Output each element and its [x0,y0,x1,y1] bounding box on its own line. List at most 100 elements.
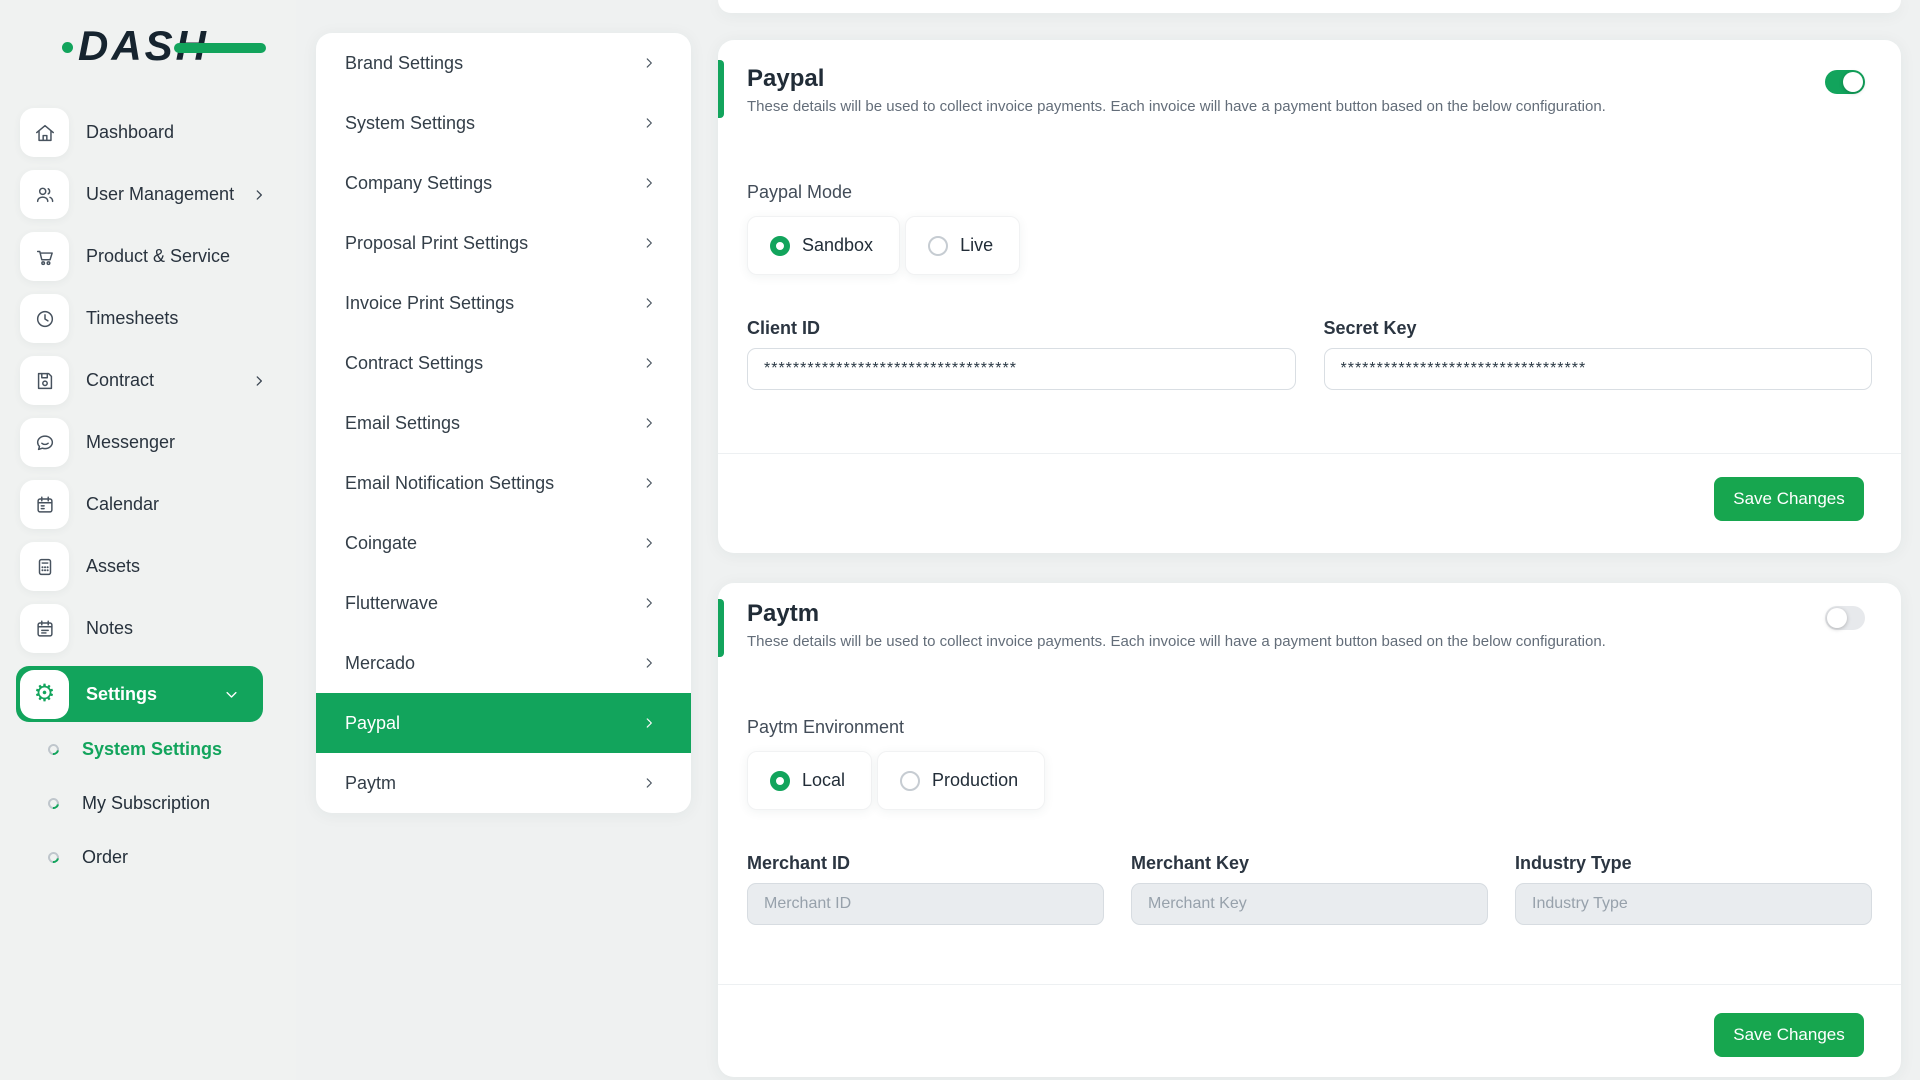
radio-option-sandbox[interactable]: Sandbox [747,216,900,275]
subnav-item-my-subscription[interactable]: My Subscription [48,776,278,830]
menu-item-label: Coingate [345,533,642,554]
bullet-icon [46,741,61,756]
menu-item-email-notification-settings[interactable]: Email Notification Settings [316,453,691,513]
chevron-right-icon [642,116,656,130]
subnav-item-system-settings[interactable]: System Settings [48,722,278,776]
chevron-right-icon [642,356,656,370]
sidebar-item-contract[interactable]: Contract [20,356,276,405]
logo-dot [62,42,73,53]
client-id-label: Client ID [747,317,1296,339]
industry-type-label: Industry Type [1515,852,1872,874]
menu-item-label: Email Notification Settings [345,473,642,494]
chevron-right-icon [642,296,656,310]
menu-item-label: Paypal [345,713,642,734]
radio-unselected-icon [928,236,948,256]
menu-item-coingate[interactable]: Coingate [316,513,691,573]
gear-icon: ⚙ [20,670,69,719]
sidebar-item-product-service[interactable]: Product & Service [20,232,276,281]
sidebar-nav: Dashboard User Management Product & Serv… [20,108,276,735]
client-id-field-group: Client ID [747,317,1296,390]
paypal-card-title: Paypal [747,64,824,94]
sidebar-item-label: User Management [86,184,234,205]
menu-item-proposal-print-settings[interactable]: Proposal Print Settings [316,213,691,273]
chevron-right-icon [642,236,656,250]
paytm-enable-toggle[interactable] [1825,606,1865,630]
paytm-settings-card: Paytm These details will be used to coll… [718,583,1901,1077]
merchant-id-label: Merchant ID [747,852,1104,874]
chat-icon [20,418,69,467]
settings-subnav: System Settings My Subscription Order [48,722,278,884]
menu-item-label: Company Settings [345,173,642,194]
menu-item-label: System Settings [345,113,642,134]
radio-option-live[interactable]: Live [905,216,1020,275]
save-changes-button[interactable]: Save Changes [1714,477,1864,521]
card-accent-bar [718,599,724,657]
clock-icon [20,294,69,343]
sidebar-item-label: Calendar [86,494,159,515]
cart-icon [20,232,69,281]
app-logo[interactable]: DASH [78,22,238,70]
industry-type-field-group: Industry Type [1515,852,1872,925]
sidebar-item-label: Notes [86,618,133,639]
sidebar-item-notes[interactable]: Notes [20,604,276,653]
menu-item-brand-settings[interactable]: Brand Settings [316,33,691,93]
card-accent-bar [718,60,724,118]
sidebar-item-label: Timesheets [86,308,178,329]
paytm-environment-options: Local Production [747,751,1045,810]
menu-item-paypal[interactable]: Paypal [316,693,691,753]
merchant-id-field-group: Merchant ID [747,852,1104,925]
chevron-right-icon [252,374,266,388]
radio-option-local[interactable]: Local [747,751,872,810]
home-icon [20,108,69,157]
sidebar-item-label: Assets [86,556,140,577]
toggle-knob [1843,72,1863,92]
menu-item-label: Contract Settings [345,353,642,374]
paypal-card-description: These details will be used to collect in… [747,97,1606,116]
sidebar-item-dashboard[interactable]: Dashboard [20,108,276,157]
radio-option-label: Local [802,770,845,791]
notes-icon [20,604,69,653]
sidebar-item-label: Dashboard [86,122,174,143]
secret-key-field-group: Secret Key [1324,317,1873,390]
menu-item-system-settings[interactable]: System Settings [316,93,691,153]
sidebar-item-timesheets[interactable]: Timesheets [20,294,276,343]
merchant-key-label: Merchant Key [1131,852,1488,874]
chevron-right-icon [642,536,656,550]
chevron-right-icon [642,716,656,730]
menu-item-label: Invoice Print Settings [345,293,642,314]
bullet-icon [46,795,61,810]
subnav-item-label: Order [82,847,128,868]
settings-menu-panel: Brand Settings System Settings Company S… [316,33,691,813]
calculator-icon [20,542,69,591]
sidebar-item-calendar[interactable]: Calendar [20,480,276,529]
paypal-enable-toggle[interactable] [1825,70,1865,94]
menu-item-paytm[interactable]: Paytm [316,753,691,813]
secret-key-input[interactable] [1324,348,1873,390]
paytm-card-title: Paytm [747,599,819,629]
paytm-card-footer: Save Changes [718,984,1901,1077]
paytm-card-description: These details will be used to collect in… [747,632,1606,651]
sidebar-item-user-management[interactable]: User Management [20,170,276,219]
sidebar-item-assets[interactable]: Assets [20,542,276,591]
toggle-knob [1827,608,1847,628]
menu-item-mercado[interactable]: Mercado [316,633,691,693]
merchant-key-field-group: Merchant Key [1131,852,1488,925]
chevron-right-icon [642,596,656,610]
sidebar-item-messenger[interactable]: Messenger [20,418,276,467]
menu-item-flutterwave[interactable]: Flutterwave [316,573,691,633]
chevron-right-icon [252,188,266,202]
sidebar-item-settings[interactable]: ⚙ Settings [16,666,263,722]
client-id-input[interactable] [747,348,1296,390]
subnav-item-label: My Subscription [82,793,210,814]
logo-bar [174,43,266,53]
menu-item-company-settings[interactable]: Company Settings [316,153,691,213]
chevron-right-icon [642,776,656,790]
menu-item-invoice-print-settings[interactable]: Invoice Print Settings [316,273,691,333]
menu-item-email-settings[interactable]: Email Settings [316,393,691,453]
radio-option-production[interactable]: Production [877,751,1045,810]
subnav-item-order[interactable]: Order [48,830,278,884]
save-changes-button[interactable]: Save Changes [1714,1013,1864,1057]
paypal-credentials-row: Client ID Secret Key [747,317,1872,390]
chevron-right-icon [642,656,656,670]
menu-item-contract-settings[interactable]: Contract Settings [316,333,691,393]
